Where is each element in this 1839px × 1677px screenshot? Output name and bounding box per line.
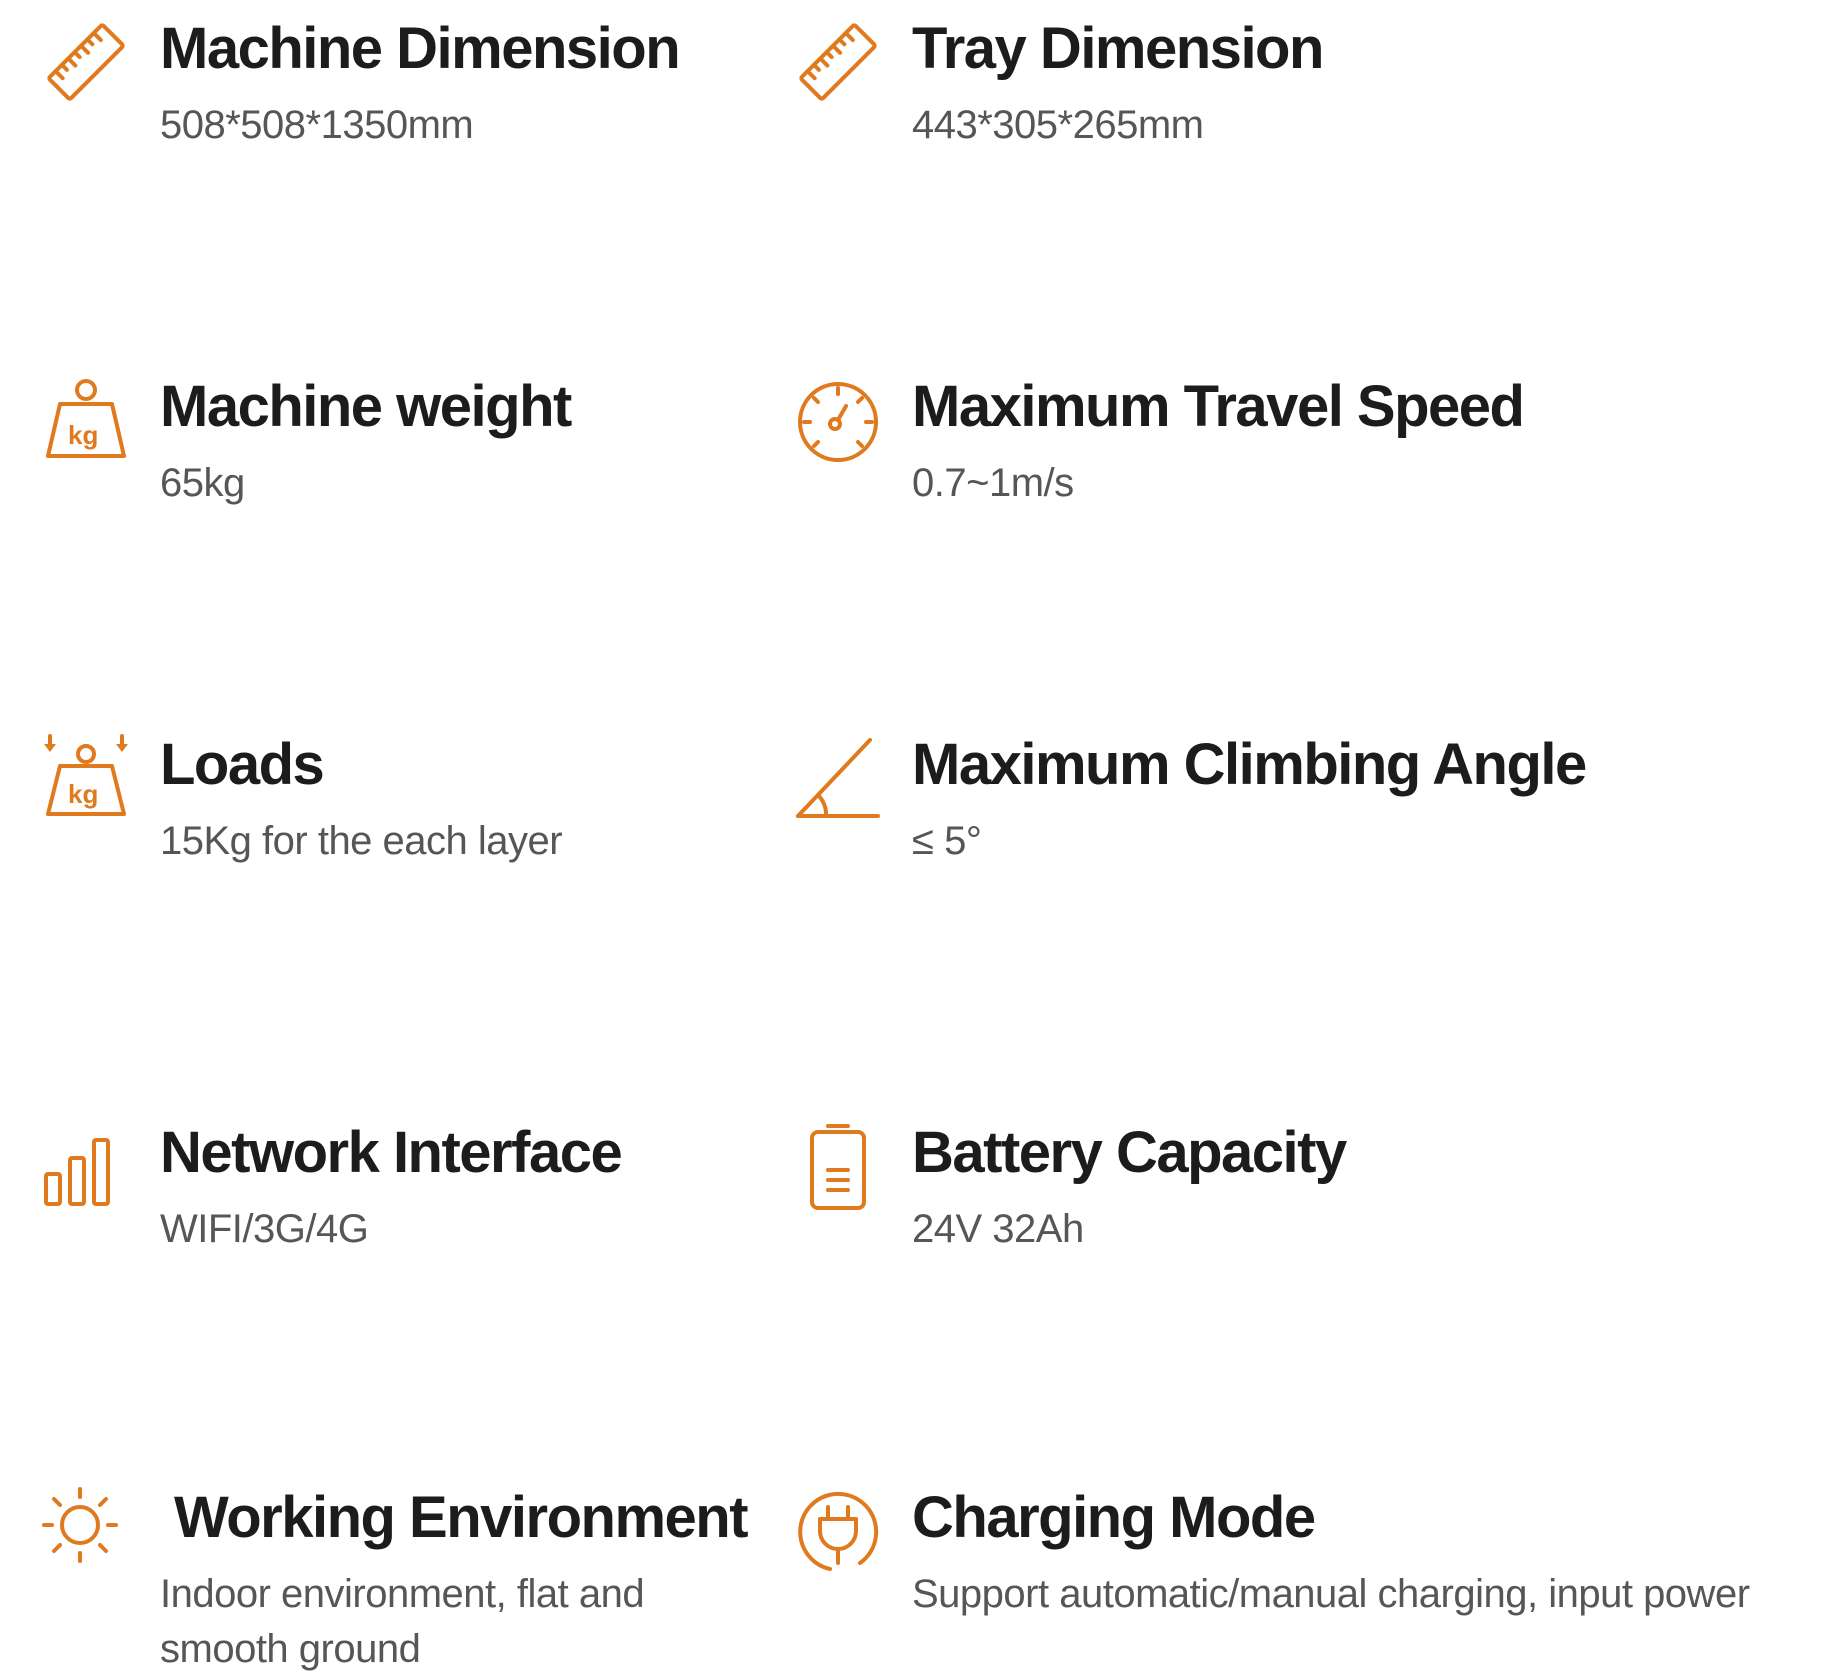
angle-icon — [790, 730, 886, 826]
spec-value: 24V 32Ah — [912, 1207, 1084, 1251]
plug-icon — [790, 1483, 886, 1579]
spec-title: Tray Dimension — [912, 16, 1324, 81]
spec-value: 15Kg for the each layer — [160, 819, 563, 863]
spec-title: Battery Capacity — [912, 1120, 1347, 1185]
kg-label: kg — [68, 420, 98, 450]
spec-title: Charging Mode — [912, 1485, 1316, 1550]
spec-value: Indoor environment, flat and smooth grou… — [160, 1572, 645, 1671]
spec-title: Working Environment — [174, 1485, 749, 1550]
spec-value: WIFI/3G/4G — [160, 1207, 369, 1251]
sun-icon — [38, 1483, 134, 1579]
spec-title: Network Interface — [160, 1120, 623, 1185]
weight-kg-icon: kg — [38, 372, 134, 468]
spec-title: Loads — [160, 732, 325, 797]
spec-title: Maximum Travel Speed — [912, 374, 1525, 439]
speedometer-icon — [790, 372, 886, 468]
spec-value: Support automatic/manual charging, input… — [912, 1572, 1750, 1616]
spec-value: ≤ 5° — [912, 819, 982, 863]
battery-icon — [790, 1118, 886, 1214]
spec-title: Machine weight — [160, 374, 572, 439]
spec-value: 443*305*265mm — [912, 103, 1204, 147]
load-kg-icon: kg — [38, 730, 134, 826]
spec-title: Machine Dimension — [160, 16, 681, 81]
ruler-icon — [790, 14, 886, 110]
spec-value: 508*508*1350mm — [160, 103, 474, 147]
ruler-icon — [38, 14, 134, 110]
spec-value: 0.7~1m/s — [912, 461, 1074, 505]
spec-value: 65kg — [160, 461, 245, 505]
kg-label: kg — [68, 779, 98, 809]
signal-bars-icon — [38, 1118, 134, 1214]
spec-title: Maximum Climbing Angle — [912, 732, 1587, 797]
